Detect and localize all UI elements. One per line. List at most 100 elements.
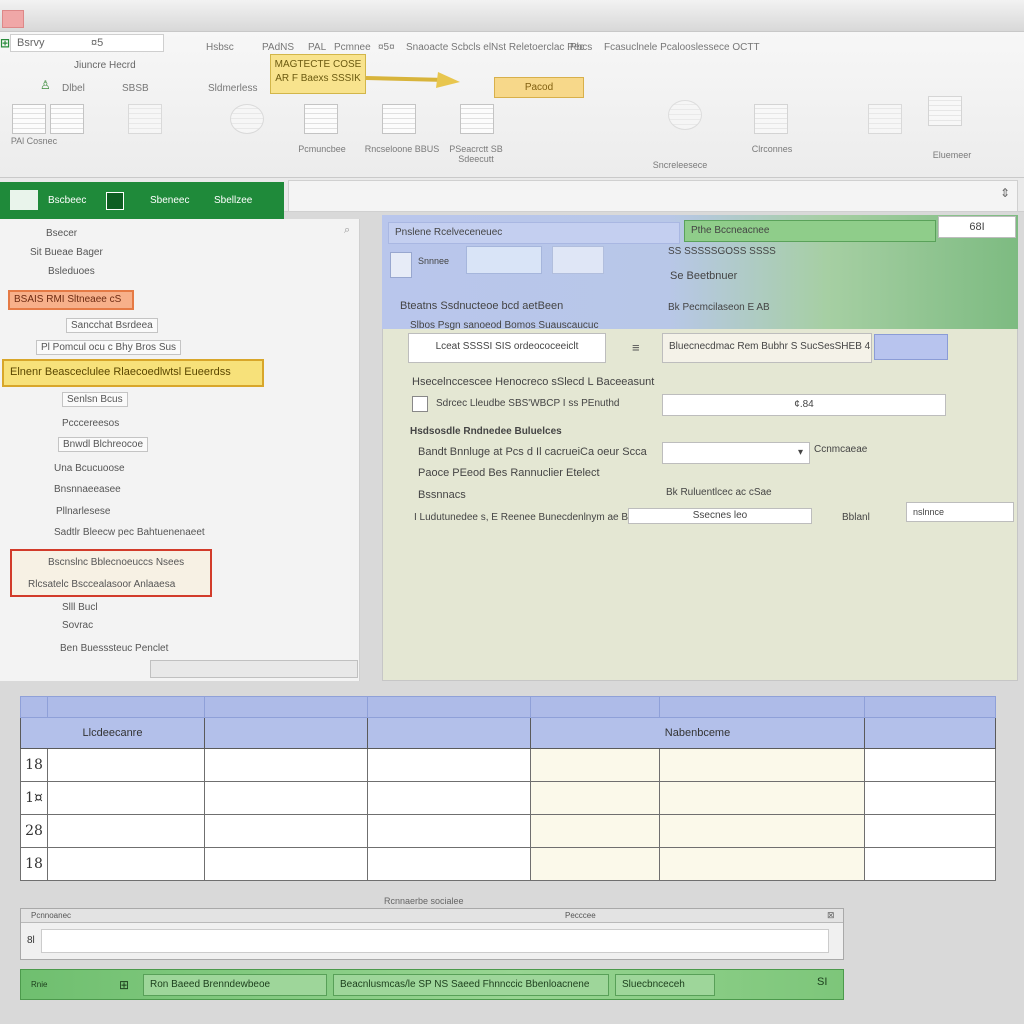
ribbon-tab-2[interactable]: PAL [308,42,326,53]
grid-cell[interactable] [367,814,531,848]
grid-cell[interactable] [367,748,531,782]
grid-cell[interactable] [47,781,205,815]
row5-field[interactable]: Ssecnes leo [628,508,812,524]
pin-icon[interactable]: ⌕ [344,224,350,237]
tree-item[interactable]: Ben Buesssteuc Penclet [60,643,168,654]
input-field-highlighted[interactable]: Bluecnecdmac Rem Bubhr S SucSesSHEB 4 SH… [662,333,872,363]
ribbon-tab-1[interactable]: PAdNS [262,42,294,53]
status-field[interactable]: Ron Baeed Brenndewbeoe [143,974,327,996]
ribbon-tab-4[interactable]: ¤5¤ [378,42,395,53]
expand-icon[interactable]: ⇕ [1000,186,1010,200]
tree-item[interactable]: Bsecer [46,228,77,239]
ribbon-tab-7[interactable]: Fcasuclnele Pcalooslessece OCTT [604,42,760,53]
ribbon-tab-6[interactable]: Pbcs [570,42,592,53]
grid-cell[interactable] [530,847,660,881]
tree-item[interactable]: Bnsnnaeeasee [54,484,121,495]
grid-cell[interactable] [204,847,368,881]
grid-cell[interactable] [530,781,660,815]
sheet-icon[interactable] [304,104,338,134]
grid-cell[interactable] [204,781,368,815]
status-field[interactable]: Sluecbnceceh [615,974,715,996]
column-header[interactable] [367,717,531,749]
left-scrollbar[interactable] [150,660,358,678]
value-field[interactable]: ¢.84 [662,394,946,416]
row4-right[interactable]: Bk Ruluentlcec ac cSae [666,487,772,498]
row3-right[interactable]: Ccnmcaeae [814,444,867,455]
grid-cell[interactable] [367,847,531,881]
grid-cell[interactable] [47,847,205,881]
network-icon[interactable] [668,100,702,130]
column-header[interactable] [204,717,368,749]
header-field-1[interactable]: Pthe Bccneacnee [684,220,936,242]
name-box[interactable]: Bsrvy ¤5 [10,34,164,52]
green-tab-1[interactable]: Sbeneec [150,195,189,206]
grid-cell[interactable] [204,748,368,782]
list-icon[interactable] [382,104,416,134]
bottom-input[interactable] [41,929,829,953]
link-right[interactable]: Bk Pecmcilaseon E AB [668,302,770,313]
table-icon[interactable] [12,104,46,134]
input-field-highlighted[interactable]: Lceat SSSSI SIS ordeococeeiclt [408,333,606,363]
column-header[interactable] [864,717,996,749]
secondary-button[interactable] [552,246,604,274]
tree-item-highlighted-yellow[interactable]: Elnenr Beasceclulee Rlaecoedlwtsl Eueerd… [2,359,264,387]
column-header[interactable]: Llcdeecanre [20,717,205,749]
tree-item[interactable]: Slll Bucl [62,602,98,613]
tree-item[interactable]: Sit Bueae Bager [30,247,103,258]
highlight-button[interactable]: Pacod [494,77,584,98]
chart-green-icon[interactable] [460,104,494,134]
ribbon-tab-3[interactable]: Pcmnee [334,42,371,53]
grid-cell[interactable] [864,814,996,848]
tree-item[interactable]: Rlcsatelc Bsccealasoor Anlaaesa [28,579,175,590]
tree-item[interactable]: Bscnslnc Bblecnoeuccs Nsees [48,557,184,568]
grid-cell[interactable] [659,814,865,848]
status-field[interactable]: Beacnlusmcas/le SP NS Saeed Fhnnccic Bbe… [333,974,609,996]
grid-cell[interactable] [47,748,205,782]
grid-cell[interactable] [659,781,865,815]
tree-group-highlighted-red[interactable]: Bscnslnc Bblecnoeuccs Nsees Rlcsatelc Bs… [10,549,212,597]
header-field-0[interactable]: Pnslene Rcelveceneuec [388,222,680,244]
row5-end-field[interactable]: nslnnce [906,502,1014,522]
lookup-button[interactable] [874,334,948,360]
tree-item[interactable]: Pl Pomcul ocu c Bhy Bros Sus [36,340,182,355]
grid-cell[interactable] [530,814,660,848]
tree-item[interactable]: Pcccereesos [62,418,119,429]
tree-item-highlighted-orange[interactable]: BSAIS RMI Sltneaee cS [8,290,134,310]
tree-item[interactable]: Pllnarlesese [56,506,110,517]
grid-cell[interactable] [864,781,996,815]
column-header[interactable]: Nabenbceme [530,717,865,749]
grid-cell[interactable] [367,781,531,815]
tree-item[interactable]: Bsleduoes [48,266,95,277]
grid-cell[interactable] [864,748,996,782]
tree-item[interactable]: Sancchat Bsrdeea [66,318,158,333]
pages-icon[interactable] [754,104,788,134]
green-tab-0[interactable]: Bscbeec [48,195,86,206]
grid-icon[interactable] [50,104,84,134]
grid-cell[interactable] [864,847,996,881]
green-tab-2[interactable]: Sbellzee [214,195,252,206]
tree-item[interactable]: Bnwdl Blchreocoe [58,437,149,452]
tree-item[interactable]: Senlsn Bcus [62,392,128,407]
grid-cell[interactable] [659,847,865,881]
grid-cell[interactable] [47,814,205,848]
tree-item[interactable]: Sovrac [62,620,93,631]
tab-square-icon[interactable] [106,192,124,210]
gear-icon[interactable] [230,104,264,134]
ribbon-tab-5[interactable]: Snaoacte Scbcls elNst Reletoerclac Pec [406,42,584,53]
grid-cell[interactable] [530,748,660,782]
calendar-icon[interactable] [928,96,962,126]
chart-icon[interactable] [128,104,162,134]
formula-bar[interactable] [288,180,1018,212]
tree-item[interactable]: Sadtlr Bleecw pec Bahtuenenaeet [54,527,205,538]
row2-checkbox[interactable] [412,396,428,412]
link-button[interactable] [466,246,542,274]
tree-item[interactable]: Una Bcucuoose [54,463,125,474]
chevron-down-icon[interactable]: ▾ [798,443,803,463]
close-icon[interactable]: ⊠ [827,910,835,921]
dropdown-field[interactable]: ▾ [662,442,810,464]
grid-cell[interactable] [659,748,865,782]
ribbon-tab-0[interactable]: Hsbsc [206,42,234,53]
grid-cell[interactable] [204,814,368,848]
id-field[interactable]: 68I [938,216,1016,238]
person-card-icon[interactable] [868,104,902,134]
